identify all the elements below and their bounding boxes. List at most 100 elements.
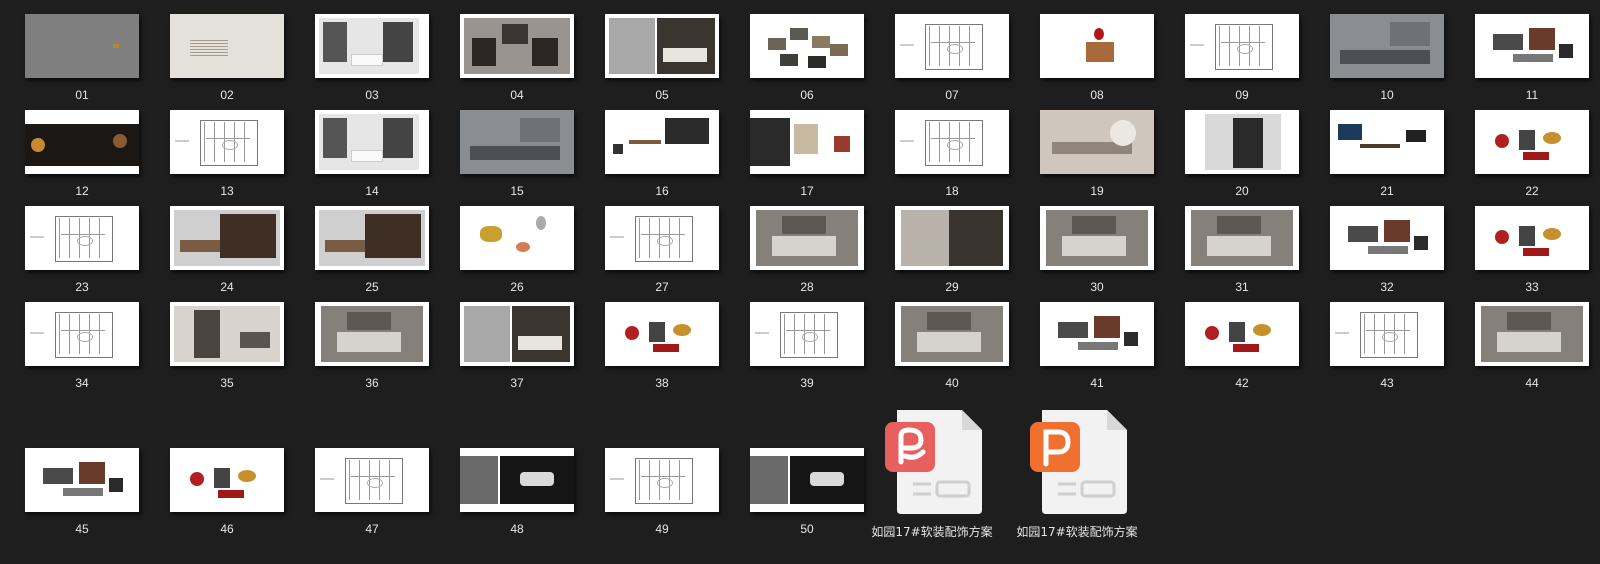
thumbnail-image[interactable] (1475, 14, 1589, 78)
file-item[interactable]: 如园17#软装配饰方案 (1012, 400, 1142, 539)
thumbnail-image[interactable] (1040, 14, 1154, 78)
thumbnail-image[interactable] (895, 206, 1009, 270)
thumbnail-image[interactable] (895, 302, 1009, 366)
thumbnail-label: 36 (365, 376, 379, 390)
thumbnail-image[interactable] (315, 448, 429, 512)
thumbnail-image[interactable] (170, 302, 284, 366)
powerpoint-icon[interactable] (1012, 400, 1142, 518)
thumbnail-label: 06 (800, 88, 814, 102)
thumbnail-label: 43 (1380, 376, 1394, 390)
thumbnail-image[interactable] (1330, 302, 1444, 366)
thumbnail-image[interactable] (1185, 14, 1299, 78)
thumbnail-label: 29 (945, 280, 959, 294)
thumbnail-label: 17 (800, 184, 814, 198)
thumbnail-label: 46 (220, 522, 234, 536)
thumbnail-label: 41 (1090, 376, 1104, 390)
thumbnail-label: 01 (75, 88, 89, 102)
thumbnail-image[interactable] (1475, 302, 1589, 366)
thumbnail-label: 15 (510, 184, 524, 198)
thumbnail-image[interactable] (25, 302, 139, 366)
thumbnail-label: 14 (365, 184, 379, 198)
thumbnail-label: 03 (365, 88, 379, 102)
file-item[interactable]: 如园17#软装配饰方案 (867, 400, 997, 539)
thumbnail-label: 16 (655, 184, 669, 198)
thumbnail-image[interactable] (460, 110, 574, 174)
thumbnail-image[interactable] (460, 206, 574, 270)
thumbnail-image[interactable] (1185, 110, 1299, 174)
thumbnail-image[interactable] (750, 448, 864, 512)
thumbnail-label: 02 (220, 88, 234, 102)
thumbnail-label: 22 (1525, 184, 1539, 198)
thumbnail-label: 39 (800, 376, 814, 390)
thumbnail-image[interactable] (25, 110, 139, 174)
thumbnail-label: 12 (75, 184, 89, 198)
thumbnail-image[interactable] (170, 206, 284, 270)
thumbnail-image[interactable] (605, 206, 719, 270)
file-name: 如园17#软装配饰方案 (1016, 525, 1138, 539)
thumbnail-label: 20 (1235, 184, 1249, 198)
thumbnail-image[interactable] (25, 206, 139, 270)
thumbnail-image[interactable] (750, 14, 864, 78)
thumbnail-label: 38 (655, 376, 669, 390)
thumbnail-label: 30 (1090, 280, 1104, 294)
thumbnail-image[interactable] (605, 14, 719, 78)
thumbnail-image[interactable] (895, 110, 1009, 174)
wps-presentation-icon[interactable] (867, 400, 997, 518)
thumbnail-image[interactable] (1475, 110, 1589, 174)
thumbnail-image[interactable] (460, 302, 574, 366)
thumbnail-image[interactable] (750, 302, 864, 366)
thumbnail-label: 11 (1525, 88, 1539, 102)
thumbnail-label: 24 (220, 280, 234, 294)
thumbnail-label: 10 (1380, 88, 1394, 102)
thumbnail-image[interactable] (170, 14, 284, 78)
thumbnail-image[interactable] (750, 206, 864, 270)
thumbnail-image[interactable] (1040, 302, 1154, 366)
thumbnail-image[interactable] (1185, 206, 1299, 270)
thumbnail-label: 21 (1380, 184, 1394, 198)
thumbnail-label: 40 (945, 376, 959, 390)
thumbnail-label: 42 (1235, 376, 1249, 390)
thumbnail-label: 04 (510, 88, 524, 102)
thumbnail-label: 37 (510, 376, 524, 390)
thumbnail-label: 07 (945, 88, 959, 102)
thumbnail-image[interactable] (315, 206, 429, 270)
thumbnail-label: 35 (220, 376, 234, 390)
thumbnail-label: 05 (655, 88, 669, 102)
thumbnail-image[interactable] (1475, 206, 1589, 270)
thumbnail-image[interactable] (25, 448, 139, 512)
thumbnail-image[interactable] (1040, 110, 1154, 174)
thumbnail-image[interactable] (1330, 206, 1444, 270)
thumbnail-image[interactable] (605, 448, 719, 512)
thumbnail-label: 13 (220, 184, 234, 198)
thumbnail-image[interactable] (170, 448, 284, 512)
thumbnail-image[interactable] (315, 14, 429, 78)
thumbnail-image[interactable] (1040, 206, 1154, 270)
thumbnail-label: 25 (365, 280, 379, 294)
thumbnail-label: 28 (800, 280, 814, 294)
thumbnail-label: 44 (1525, 376, 1539, 390)
thumbnail-image[interactable] (170, 110, 284, 174)
thumbnail-label: 18 (945, 184, 959, 198)
thumbnail-label: 49 (655, 522, 669, 536)
thumbnail-image[interactable] (1330, 14, 1444, 78)
thumbnail-image[interactable] (460, 14, 574, 78)
thumbnail-label: 47 (365, 522, 379, 536)
thumbnail-image[interactable] (605, 110, 719, 174)
thumbnail-image[interactable] (460, 448, 574, 512)
thumbnail-label: 33 (1525, 280, 1539, 294)
thumbnail-label: 08 (1090, 88, 1104, 102)
thumbnail-image[interactable] (315, 302, 429, 366)
thumbnail-image[interactable] (1330, 110, 1444, 174)
thumbnail-label: 19 (1090, 184, 1104, 198)
file-grid: 01 02 03 04 05 06 07 08 09 10 11 12 13 1… (0, 0, 1600, 564)
thumbnail-image[interactable] (25, 14, 139, 78)
thumbnail-label: 34 (75, 376, 89, 390)
thumbnail-image[interactable] (315, 110, 429, 174)
thumbnail-label: 31 (1235, 280, 1249, 294)
thumbnail-image[interactable] (1185, 302, 1299, 366)
thumbnail-label: 48 (510, 522, 524, 536)
thumbnail-image[interactable] (895, 14, 1009, 78)
thumbnail-image[interactable] (750, 110, 864, 174)
thumbnail-image[interactable] (605, 302, 719, 366)
file-name: 如园17#软装配饰方案 (871, 525, 993, 539)
